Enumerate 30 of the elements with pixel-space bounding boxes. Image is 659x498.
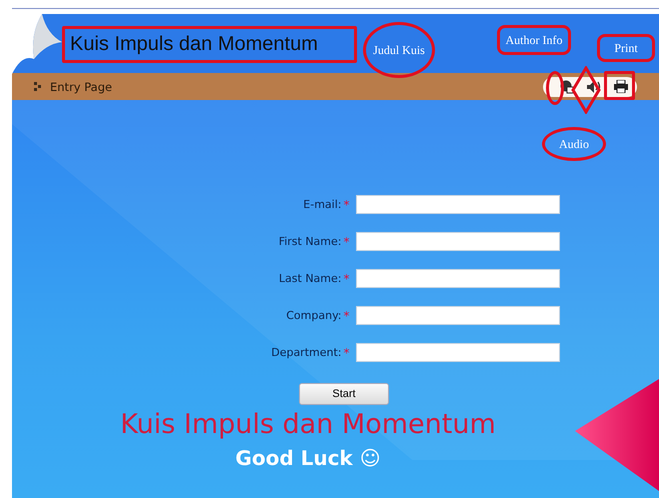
required-mark: *	[342, 346, 350, 360]
highlight-frame	[604, 71, 635, 100]
banner-subtitle: Good Luck ☺	[235, 446, 381, 470]
required-mark: *	[342, 198, 350, 212]
breadcrumb: Entry Page	[50, 80, 112, 94]
quiz-title: Kuis Impuls dan Momentum	[70, 32, 318, 54]
input-field[interactable]	[356, 306, 560, 325]
required-mark: *	[342, 272, 350, 286]
banner-title: Kuis Impuls dan Momentum	[120, 409, 496, 440]
input-field[interactable]	[356, 269, 560, 288]
field-label: E-mail:	[302, 198, 342, 211]
page-curl-icon	[12, 14, 62, 74]
input-field[interactable]	[356, 343, 560, 362]
bullet-icon	[34, 82, 42, 91]
field-label: Department:	[270, 346, 342, 359]
required-mark: *	[342, 308, 350, 322]
callout-bubble: Print	[597, 34, 655, 62]
field-label: First Name:	[278, 235, 342, 248]
start-button[interactable]: Start	[299, 383, 389, 405]
callout-bubble: Judul Kuis	[363, 22, 435, 78]
required-mark: *	[342, 234, 350, 248]
highlight-ellipse	[546, 71, 564, 105]
callout-bubble: Author Info	[497, 25, 571, 55]
highlight-diamond	[571, 66, 601, 114]
input-field[interactable]	[356, 232, 560, 251]
field-label: Last Name:	[278, 272, 342, 285]
field-label: Company:	[285, 309, 342, 322]
input-field[interactable]	[356, 195, 560, 214]
callout-bubble: Audio	[542, 127, 606, 161]
print-button[interactable]	[611, 78, 631, 94]
